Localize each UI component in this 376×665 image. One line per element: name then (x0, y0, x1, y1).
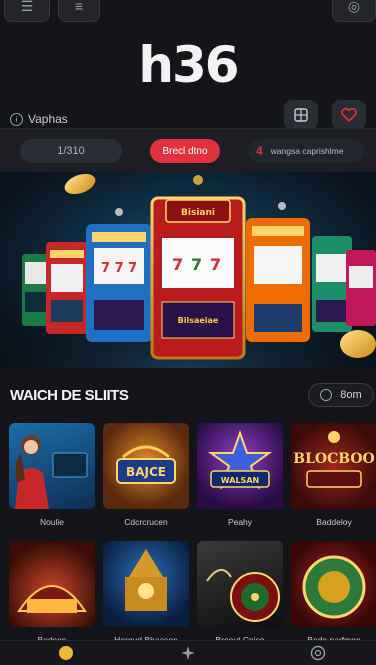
slot-machine-orange (246, 202, 310, 342)
center-sign: Bisiani (181, 208, 215, 218)
sparkle-icon (181, 646, 195, 660)
slot-machine-blue: 7 7 7 (86, 208, 152, 342)
user-label[interactable]: i Vaphas (10, 112, 68, 126)
game-art: BLOCBOO (293, 431, 375, 488)
game-tile[interactable]: BLOCBOO (291, 423, 376, 509)
app-logo: h36 (138, 36, 239, 94)
slot-machine-far-left (22, 254, 50, 326)
game-art (125, 549, 167, 611)
svg-text:7: 7 (191, 255, 202, 274)
game-title: Baddeloy (316, 517, 352, 527)
top-bar: ☰ ≡ ◎ (0, 0, 376, 24)
nav-home[interactable] (58, 645, 74, 661)
game-tile[interactable] (103, 541, 189, 627)
promo-count: 4 (256, 144, 263, 158)
slot-machine-left (46, 242, 88, 334)
gift-button[interactable] (284, 100, 318, 130)
svg-text:7 7 7: 7 7 7 (101, 261, 137, 276)
menu-button[interactable]: ☰ (4, 0, 50, 22)
hamburger-button[interactable]: ≡ (58, 0, 100, 22)
game-art (15, 435, 88, 509)
action-bar: 1/310 Brecl dtno 4 wangsa caprishlme (0, 128, 376, 173)
hamburger-icon: ≡ (74, 0, 84, 14)
cube-icon (294, 108, 308, 122)
promo-text: wangsa caprishlme (270, 146, 344, 156)
section-title: WAICH DE SLIITS (10, 387, 129, 404)
game-tile[interactable] (197, 541, 283, 627)
bottom-nav (0, 640, 376, 665)
hero-banner[interactable]: 7 7 7 Bisiani 7 7 7 Bilsaeiae (0, 172, 376, 368)
game-tile[interactable] (291, 541, 376, 627)
coin-icon (59, 646, 73, 660)
user-label-text: Vaphas (28, 112, 68, 126)
nav-casino[interactable] (310, 645, 326, 661)
promo-pill[interactable]: 4 wangsa caprishlme (248, 139, 364, 163)
slot-machine-center: Bisiani 7 7 7 Bilsaeiae (150, 175, 246, 360)
center-label: Bilsaeiae (178, 316, 219, 325)
slot-machines-illustration: 7 7 7 Bisiani 7 7 7 Bilsaeiae (0, 173, 376, 368)
svg-text:7: 7 (210, 255, 221, 274)
game-tile[interactable]: WALSAN (197, 423, 283, 509)
nav-promos[interactable] (180, 645, 196, 661)
game-art (302, 555, 366, 619)
score-pill[interactable]: 1/310 (20, 139, 122, 163)
settings-button[interactable]: ◎ (332, 0, 376, 22)
slot-machine-far-right (346, 250, 376, 326)
sort-button[interactable]: 8om (308, 383, 374, 407)
primary-red-button[interactable]: Brecl dtno (150, 139, 220, 163)
svg-text:WALSAN: WALSAN (221, 476, 259, 485)
game-art (206, 569, 280, 622)
info-icon: i (10, 112, 23, 126)
game-tile[interactable]: BAJCE (103, 423, 189, 509)
sort-icon (320, 389, 333, 401)
game-title: Noulie (39, 517, 65, 527)
game-art: WALSAN (207, 429, 273, 490)
ring-icon: ◎ (347, 0, 361, 14)
svg-text:BAJCE: BAJCE (126, 465, 166, 479)
list-icon: ☰ (20, 0, 34, 14)
sort-label: 8om (340, 389, 362, 401)
chip-icon (310, 645, 326, 661)
game-art (17, 585, 87, 613)
game-title: Peahy (227, 517, 253, 527)
game-title: Cdcrcrucen (124, 517, 168, 527)
game-tile[interactable] (9, 541, 95, 627)
svg-text:BLOCBOO: BLOCBOO (293, 451, 375, 467)
game-art: BAJCE (116, 445, 176, 484)
svg-text:7: 7 (172, 255, 183, 274)
favorites-button[interactable] (332, 100, 366, 130)
game-tile[interactable] (9, 423, 95, 509)
heart-icon (341, 107, 357, 123)
gold-coin-left (64, 173, 96, 195)
gold-coin-right (340, 330, 376, 358)
